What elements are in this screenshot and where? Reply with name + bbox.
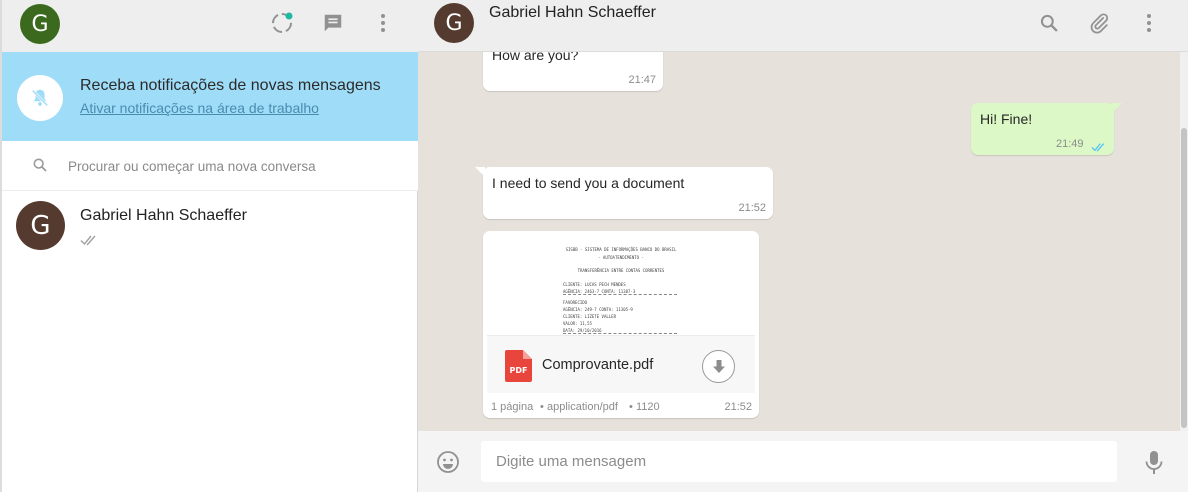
message-bubble[interactable]: Hi! Fine! 21:49 bbox=[971, 103, 1122, 157]
chat-name: Gabriel Hahn Schaeffer bbox=[80, 207, 247, 224]
document-message[interactable]: SISBB - SISTEMA DE INFORMAÇÕES BANCO DO … bbox=[483, 231, 759, 418]
scrollbar-thumb[interactable] bbox=[1181, 128, 1187, 428]
document-preview-line: - AUTOATENDIMENTO - bbox=[598, 255, 644, 260]
document-preview-line: VALOR: 11,55 bbox=[563, 321, 592, 326]
meta-dot: • bbox=[540, 401, 544, 413]
document-preview-rule bbox=[563, 333, 677, 334]
search-icon bbox=[32, 157, 48, 178]
notification-title: Receba notificações de novas mensagens bbox=[80, 77, 381, 94]
document-pages: 1 página bbox=[491, 401, 534, 413]
conversation-header[interactable]: G Gabriel Hahn Schaeffer bbox=[418, 0, 1188, 52]
bubble-tail bbox=[1112, 103, 1122, 113]
double-tick-icon bbox=[1091, 139, 1108, 157]
document-preview-line: AGÊNCIA: 249-7 CONTA: 11305-9 bbox=[563, 307, 633, 312]
contact-avatar-letter: G bbox=[445, 10, 463, 36]
download-icon bbox=[712, 359, 725, 373]
scrollbar[interactable] bbox=[1180, 52, 1188, 431]
chat-list-item[interactable]: G Gabriel Hahn Schaeffer bbox=[2, 191, 418, 261]
document-preview-line: CLIENTE: LUCAS PECH MENDES bbox=[563, 282, 626, 287]
document-preview-line: FAVORECIDO bbox=[563, 300, 588, 305]
document-preview-line: TRANSFERÊNCIA ENTRE CONTAS CORRENTES bbox=[577, 268, 665, 273]
pdf-icon: PDF bbox=[505, 350, 532, 387]
new-chat-icon[interactable] bbox=[319, 9, 347, 37]
document-size: 1120 bbox=[636, 401, 660, 413]
document-preview-line: CLIENTE: LIZETE VALLER bbox=[563, 314, 616, 319]
notification-banner[interactable]: Receba notificações de novas mensagens A… bbox=[2, 52, 418, 141]
message-time: 21:49 bbox=[1056, 138, 1084, 150]
left-header: G bbox=[2, 0, 418, 52]
my-avatar-letter: G bbox=[31, 11, 49, 37]
bubble-tail bbox=[475, 167, 485, 177]
document-preview-line: SISBB - SISTEMA DE INFORMAÇÕES BANCO DO … bbox=[565, 247, 677, 252]
contact-avatar[interactable]: G bbox=[434, 3, 474, 43]
message-time: 21:52 bbox=[724, 401, 752, 413]
document-preview[interactable]: SISBB - SISTEMA DE INFORMAÇÕES BANCO DO … bbox=[487, 235, 755, 335]
chat-avatar-letter: G bbox=[30, 210, 51, 241]
avatar: G bbox=[16, 201, 65, 250]
document-type: application/pdf bbox=[547, 401, 618, 413]
message-composer bbox=[418, 431, 1188, 492]
my-avatar[interactable]: G bbox=[20, 4, 60, 44]
svg-text:PDF: PDF bbox=[510, 366, 528, 375]
mic-icon[interactable] bbox=[1144, 450, 1164, 481]
document-file-name: Comprovante.pdf bbox=[542, 357, 654, 373]
chat-list-pane: G Receba notificações de novas mensagens… bbox=[0, 0, 418, 492]
bell-off-icon bbox=[17, 75, 63, 121]
meta-dot: • bbox=[629, 401, 633, 413]
message-bubble[interactable]: How are you? 21:47 bbox=[483, 52, 663, 91]
menu-icon[interactable] bbox=[369, 9, 397, 37]
message-list[interactable]: How are you? 21:47 Hi! Fine! 21:49 I nee… bbox=[418, 52, 1180, 431]
conversation-pane: G Gabriel Hahn Schaeffer How are you? 21… bbox=[418, 0, 1188, 492]
message-text: I need to send you a document bbox=[492, 175, 685, 191]
emoji-icon[interactable] bbox=[436, 450, 460, 479]
document-preview-rule bbox=[563, 294, 677, 295]
double-tick-icon bbox=[80, 233, 100, 251]
message-input[interactable] bbox=[481, 441, 1117, 482]
enable-notifications-link[interactable]: Ativar notificações na área de trabalho bbox=[80, 100, 319, 116]
message-text: How are you? bbox=[492, 52, 579, 63]
contact-name: Gabriel Hahn Schaeffer bbox=[489, 4, 656, 21]
search-input[interactable] bbox=[68, 155, 398, 177]
message-time: 21:52 bbox=[738, 202, 766, 214]
menu-icon[interactable] bbox=[1135, 9, 1163, 37]
document-bar[interactable]: PDF Comprovante.pdf bbox=[487, 335, 755, 393]
message-time: 21:47 bbox=[628, 74, 656, 86]
message-text: Hi! Fine! bbox=[980, 111, 1033, 127]
message-bubble[interactable]: I need to send you a document 21:52 bbox=[475, 167, 773, 219]
attach-icon[interactable] bbox=[1085, 9, 1113, 37]
download-button[interactable] bbox=[702, 350, 735, 383]
status-icon[interactable] bbox=[268, 9, 296, 37]
search-icon[interactable] bbox=[1035, 9, 1063, 37]
search-bar bbox=[2, 141, 418, 191]
